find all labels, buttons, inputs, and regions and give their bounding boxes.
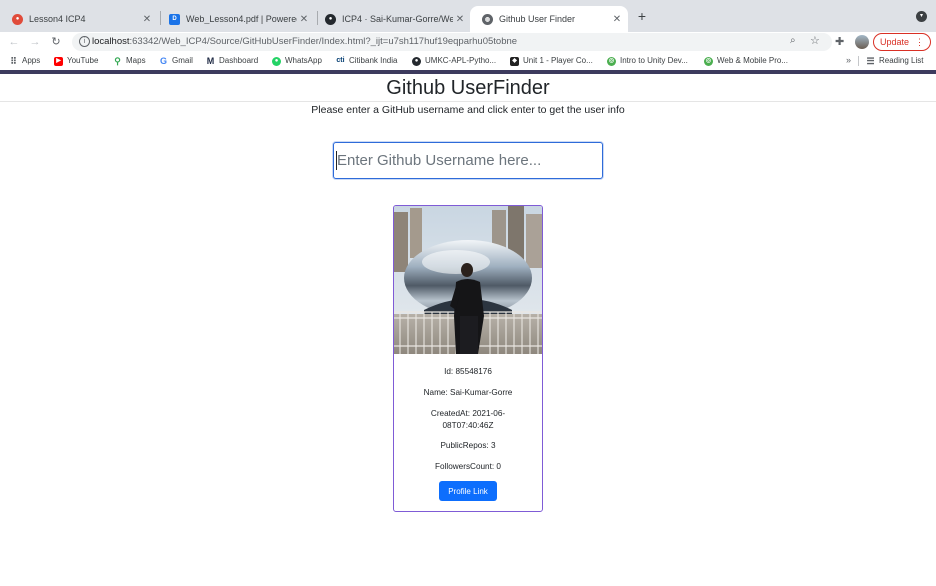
- user-followers-count: FollowersCount: 0: [435, 462, 501, 471]
- bookmark-label: Gmail: [172, 56, 193, 65]
- username-search-input[interactable]: [333, 142, 603, 179]
- user-created-at: CreatedAt: 2021-06-: [430, 409, 506, 418]
- bookmarks-bar: ⠿ Apps ▶ YouTube ⚲ Maps G Gmail M Dashbo…: [0, 52, 936, 70]
- bookmark-label: YouTube: [67, 56, 99, 65]
- bookmark-label: Apps: [22, 56, 41, 65]
- search-icon[interactable]: ⌕: [790, 35, 796, 46]
- unity-icon: ◆: [510, 56, 519, 66]
- pdf-favicon-icon: D: [169, 13, 180, 25]
- site-info-icon[interactable]: i: [79, 36, 90, 47]
- more-vert-icon: ⋮: [915, 36, 925, 47]
- tab-title: Web_Lesson4.pdf | Powered b: [186, 14, 297, 24]
- bookmark-web-mobile[interactable]: ◎ Web & Mobile Pro...: [704, 55, 788, 67]
- whatsapp-icon: ●: [272, 56, 281, 66]
- apps-grid-icon: ⠿: [10, 56, 17, 66]
- bookmark-label: WhatsApp: [285, 56, 322, 65]
- bookmark-intro-unity[interactable]: ◎ Intro to Unity Dev...: [607, 55, 688, 67]
- bookmark-label: Citibank India: [349, 56, 398, 65]
- tab-title: Lesson4 ICP4: [29, 14, 86, 24]
- close-icon[interactable]: ✕: [140, 14, 154, 25]
- bookmark-gmail[interactable]: G Gmail: [159, 55, 193, 67]
- bookmarks-divider: [858, 56, 859, 66]
- address-bar[interactable]: i localhost:63342/Web_ICP4/Source/GitHub…: [72, 33, 832, 51]
- citi-icon: cti: [336, 57, 345, 64]
- profile-link-button[interactable]: Profile Link: [439, 481, 497, 501]
- bookmark-label: Intro to Unity Dev...: [620, 56, 688, 65]
- user-name: Name: Sai-Kumar-Gorre: [423, 388, 513, 397]
- github-favicon-icon: ●: [325, 13, 336, 25]
- tab-github-repo[interactable]: ● ICP4 · Sai-Kumar-Gorre/Web- ✕: [313, 6, 471, 32]
- globe-favicon-icon: ◍: [482, 13, 493, 25]
- user-public-repos: PublicRepos: 3: [440, 441, 496, 450]
- text-caret: [336, 151, 337, 170]
- tab-search-chevron-icon[interactable]: ▾: [916, 11, 927, 22]
- tab-title: ICP4 · Sai-Kumar-Gorre/Web-: [342, 14, 453, 24]
- reload-icon[interactable]: ↻: [48, 34, 64, 50]
- browser-toolbar: ← → ↻ i localhost:63342/Web_ICP4/Source/…: [0, 32, 936, 52]
- close-icon[interactable]: ✕: [297, 14, 311, 25]
- reading-list-icon: ☰: [866, 56, 875, 66]
- bookmark-label: UMKC-APL-Pytho...: [425, 56, 497, 65]
- bookmark-star-icon[interactable]: ☆: [810, 34, 820, 47]
- user-avatar-photo: [394, 206, 542, 354]
- bookmarks-overflow-icon[interactable]: »: [846, 55, 851, 65]
- bookmark-label: Unit 1 - Player Co...: [523, 56, 593, 65]
- browser-tabstrip: ● Lesson4 ICP4 ✕ D Web_Lesson4.pdf | Pow…: [0, 0, 936, 32]
- bookmark-label: Dashboard: [219, 56, 259, 65]
- close-icon[interactable]: ✕: [610, 14, 624, 25]
- reading-list-label: Reading List: [879, 56, 924, 65]
- user-card: Id: 85548176 Name: Sai-Kumar-Gorre Creat…: [393, 205, 543, 512]
- reading-list[interactable]: ☰ Reading List: [866, 55, 923, 67]
- youtube-icon: ▶: [54, 56, 63, 66]
- bookmark-maps[interactable]: ⚲ Maps: [113, 55, 146, 67]
- google-icon: G: [159, 56, 167, 66]
- update-label: Update: [879, 37, 910, 47]
- extensions-puzzle-icon[interactable]: ✚: [835, 35, 844, 48]
- bookmark-dashboard[interactable]: M Dashboard: [206, 55, 258, 67]
- github-icon: ●: [412, 56, 421, 66]
- instructions-text: Please enter a GitHub username and click…: [311, 104, 625, 116]
- bookmark-umkc[interactable]: ● UMKC-APL-Pytho...: [412, 55, 496, 67]
- tab-github-user-finder[interactable]: ◍ Github User Finder ✕: [470, 6, 628, 32]
- tab-title: Github User Finder: [499, 14, 576, 24]
- close-icon[interactable]: ✕: [453, 14, 467, 25]
- dashboard-icon: M: [206, 56, 215, 66]
- bookmark-apps[interactable]: ⠿ Apps: [9, 55, 40, 67]
- unity-learn-icon: ◎: [607, 56, 616, 66]
- bookmark-label: Web & Mobile Pro...: [717, 56, 788, 65]
- page-content: Github UserFinder Please enter a GitHub …: [0, 74, 936, 586]
- update-button[interactable]: Update ⋮: [873, 33, 931, 51]
- unity-learn-icon: ◎: [704, 56, 713, 66]
- user-id: Id: 85548176: [444, 367, 492, 376]
- tab-lesson4[interactable]: ● Lesson4 ICP4 ✕: [0, 6, 158, 32]
- bookmark-youtube[interactable]: ▶ YouTube: [54, 55, 98, 67]
- maps-pin-icon: ⚲: [114, 56, 121, 66]
- profile-avatar[interactable]: [855, 35, 869, 49]
- lesson-favicon-icon: ●: [12, 13, 23, 25]
- bookmark-label: Maps: [126, 56, 146, 65]
- bookmark-whatsapp[interactable]: ● WhatsApp: [272, 55, 322, 67]
- user-created-at-cont: 08T07:40:46Z: [442, 421, 494, 430]
- forward-arrow-icon[interactable]: →: [27, 34, 43, 50]
- new-tab-plus-icon[interactable]: +: [634, 8, 650, 24]
- page-title: Github UserFinder: [386, 77, 550, 99]
- bookmark-unit1[interactable]: ◆ Unit 1 - Player Co...: [510, 55, 593, 67]
- bookmark-citibank[interactable]: cti Citibank India: [336, 55, 397, 67]
- back-arrow-icon[interactable]: ←: [6, 34, 22, 50]
- tab-pdf[interactable]: D Web_Lesson4.pdf | Powered b ✕: [157, 6, 315, 32]
- url-text: localhost:63342/Web_ICP4/Source/GitHubUs…: [92, 36, 518, 47]
